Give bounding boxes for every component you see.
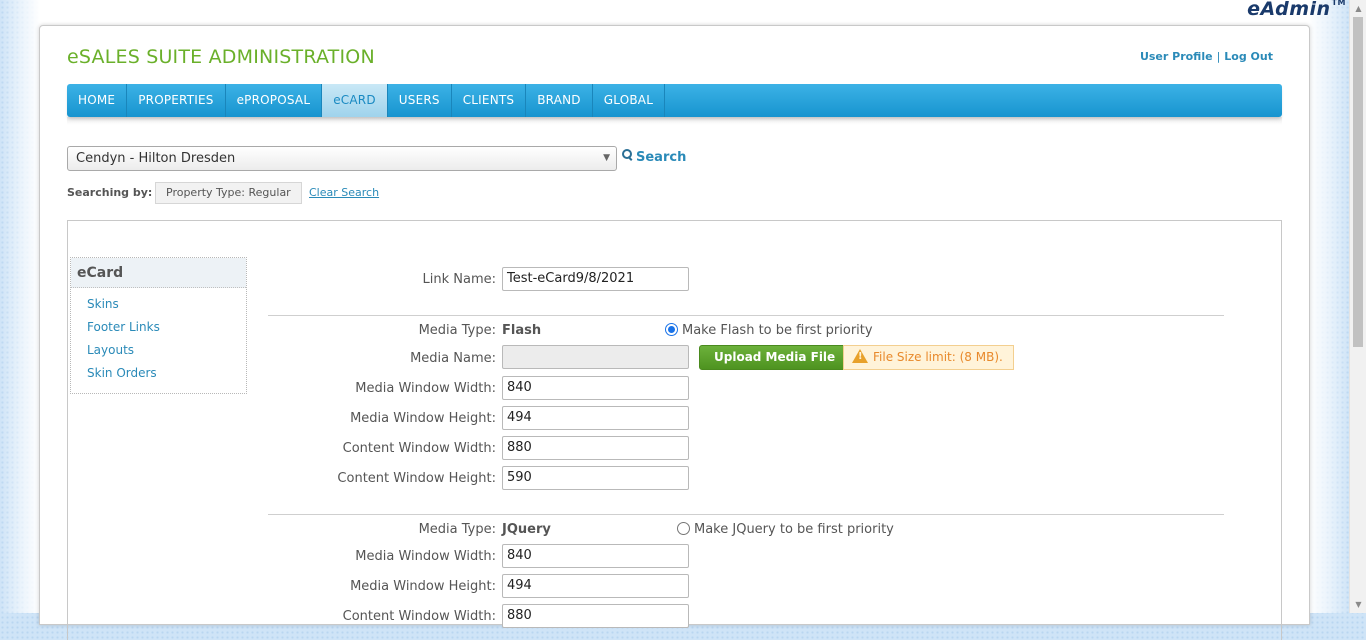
jquery-media-height-label: Media Window Height:: [350, 579, 496, 594]
jquery-priority-label: Make JQuery to be first priority: [694, 522, 894, 537]
media-height-input[interactable]: 494: [502, 406, 689, 430]
jquery-content-width-input[interactable]: 880: [502, 604, 689, 628]
scroll-up-arrow-icon[interactable]: ▲: [1350, 0, 1366, 17]
search-icon: [621, 148, 633, 162]
jquery-media-width-label: Media Window Width:: [355, 549, 496, 564]
flash-priority-radio[interactable]: [665, 323, 678, 336]
searching-by-label: Searching by:: [67, 186, 153, 199]
chevron-down-icon: ▼: [603, 153, 610, 163]
property-select[interactable]: Cendyn - Hilton Dresden ▼: [67, 146, 617, 171]
nav-eproposal[interactable]: ePROPOSAL: [226, 84, 323, 117]
nav-shadow: [67, 117, 1282, 125]
search-button-label: Search: [636, 150, 687, 165]
media-width-input[interactable]: 840: [502, 376, 689, 400]
flash-priority-option[interactable]: Make Flash to be first priority: [665, 323, 873, 338]
link-name-label: Link Name:: [422, 272, 497, 287]
media-height-label: Media Window Height:: [350, 411, 496, 426]
jquery-content-width-label: Content Window Width:: [342, 609, 496, 624]
main-panel: eSALES SUITE ADMINISTRATION User Profile…: [39, 25, 1310, 640]
section-divider: [268, 315, 1224, 316]
upload-media-file-button[interactable]: Upload Media File: [699, 345, 851, 370]
app-title: eSALES SUITE ADMINISTRATION: [67, 46, 375, 68]
jquery-media-width-input[interactable]: 840: [502, 544, 689, 568]
jquery-media-type-value: JQuery: [502, 522, 551, 537]
nav-properties[interactable]: PROPERTIES: [127, 84, 226, 117]
content-height-label: Content Window Height:: [337, 471, 496, 486]
search-button[interactable]: Search: [621, 148, 686, 165]
jquery-priority-radio[interactable]: [677, 522, 690, 535]
nav-home[interactable]: HOME: [67, 84, 128, 117]
flash-media-type-label: Media Type:: [418, 323, 496, 338]
flash-priority-label: Make Flash to be first priority: [682, 323, 873, 338]
nav-ecard[interactable]: eCARD: [322, 84, 388, 117]
eadmin-logo: eAdminTM: [1247, 0, 1346, 20]
sidebar-item-skins[interactable]: Skins: [71, 293, 246, 316]
log-out-link[interactable]: Log Out: [1224, 50, 1273, 63]
nav-users[interactable]: USERS: [388, 84, 452, 117]
flash-media-type-value: Flash: [502, 323, 542, 338]
jquery-media-height-input[interactable]: 494: [502, 574, 689, 598]
content-box: eCard Skins Footer Links Layouts Skin Or…: [67, 220, 1282, 640]
file-size-note: File Size limit: (8 MB).: [843, 345, 1014, 370]
jquery-priority-option[interactable]: Make JQuery to be first priority: [677, 522, 894, 537]
media-name-input: [502, 345, 689, 369]
jquery-media-type-label: Media Type:: [418, 522, 496, 537]
content-width-input[interactable]: 880: [502, 436, 689, 460]
content-height-input[interactable]: 590: [502, 466, 689, 490]
scrollbar-thumb[interactable]: [1353, 17, 1363, 347]
content-width-label: Content Window Width:: [342, 441, 496, 456]
section-divider: [268, 514, 1224, 515]
main-nav: HOME PROPERTIES ePROPOSAL eCARD USERS CL…: [67, 84, 1282, 117]
media-width-label: Media Window Width:: [355, 381, 496, 396]
property-select-value: Cendyn - Hilton Dresden: [76, 151, 236, 166]
link-separator: |: [1216, 50, 1221, 63]
nav-clients[interactable]: CLIENTS: [452, 84, 527, 117]
user-profile-link[interactable]: User Profile: [1140, 50, 1213, 63]
media-name-label: Media Name:: [410, 351, 496, 366]
nav-global[interactable]: GLOBAL: [593, 84, 666, 117]
link-name-input[interactable]: Test-eCard9/8/2021: [502, 267, 689, 291]
scroll-down-arrow-icon[interactable]: ▼: [1350, 596, 1366, 613]
filter-chip: Property Type: Regular: [155, 182, 302, 204]
page-scrollbar[interactable]: ▲ ▼: [1349, 0, 1366, 613]
clear-search-link[interactable]: Clear Search: [309, 186, 379, 199]
user-links: User Profile | Log Out: [1140, 50, 1273, 63]
warning-icon: [852, 349, 868, 363]
nav-brand[interactable]: BRAND: [526, 84, 593, 117]
file-size-text: File Size limit: (8 MB).: [873, 350, 1003, 364]
